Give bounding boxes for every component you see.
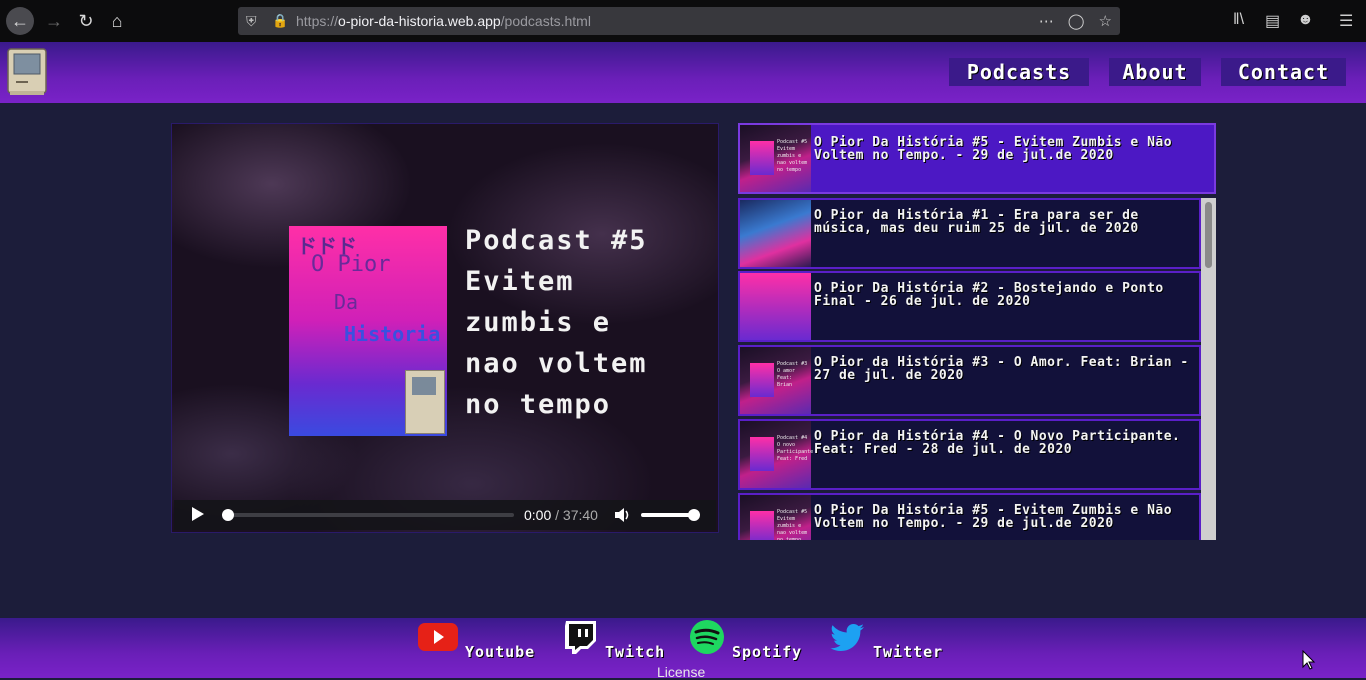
account-icon[interactable]: ☻ [1297, 11, 1314, 29]
episode-thumbnail: Podcast #5 Evitem zumbis e nao voltem no… [740, 125, 811, 192]
playlist-item-title: O Pior Da História #5 - Evitem Zumbis e … [814, 503, 1173, 531]
library-icon[interactable]: ‖\ [1233, 11, 1244, 29]
playlist-item[interactable]: Podcast #5 Evitem zumbis e nao voltem no… [738, 493, 1201, 540]
playlist-item-title: O Pior da História #1 - Era para ser de … [814, 208, 1139, 236]
cover-art: ドドド O Pior Da Historia [289, 226, 447, 436]
nav-contact-link[interactable]: Contact [1221, 58, 1346, 86]
reload-icon[interactable]: ↻ [72, 7, 100, 35]
url-path: /podcasts.html [500, 13, 591, 29]
cover-title-line: Evitem [465, 266, 575, 297]
url-domain: o-pior-da-historia.web.app [338, 13, 501, 29]
cover-title: Podcast #5 Evitem zumbis e nao voltem no… [465, 220, 705, 425]
shield-icon[interactable]: ⛨ [246, 13, 257, 30]
cover-art-text: Historia [344, 322, 441, 346]
episode-thumbnail: Podcast #3 O amor Feat: Brian [740, 347, 811, 414]
scrollbar-thumb[interactable] [1205, 202, 1212, 268]
site-header: Podcasts About Contact [0, 42, 1366, 103]
more-dots-icon[interactable]: ⋯ [1039, 12, 1054, 30]
time-display: 0:00 / 37:40 [524, 507, 598, 523]
site-footer: Youtube Twitch Spotify Twitter License [0, 618, 1366, 680]
episode-thumbnail [740, 200, 811, 267]
playlist-scrollbar[interactable] [1201, 198, 1216, 540]
back-arrow-icon[interactable]: ← [6, 7, 34, 35]
twitch-link[interactable]: Twitch [605, 643, 665, 661]
seek-handle[interactable] [222, 509, 234, 521]
hamburger-menu-icon[interactable]: ☰ [1339, 11, 1353, 31]
nav-podcasts-link[interactable]: Podcasts [949, 58, 1089, 86]
browser-toolbar: ← → ↻ ⌂ ⛨ 🔒 https://o-pior-da-historia.w… [0, 0, 1366, 42]
playlist-item[interactable]: Podcast #3 O amor Feat: Brian O Pior da … [738, 345, 1201, 416]
url-prefix: https:// [296, 13, 339, 29]
macintosh-icon [405, 370, 445, 434]
cover-title-line: Podcast #5 [465, 225, 648, 256]
playlist-item-title: O Pior Da História #2 - Bostejando e Pon… [814, 281, 1164, 309]
cover-title-line: no tempo [465, 389, 612, 420]
duration: 37:40 [562, 507, 598, 523]
current-time: 0:00 [524, 507, 552, 523]
pocket-icon[interactable]: ◯ [1068, 12, 1085, 30]
twitter-icon[interactable] [828, 620, 868, 654]
now-playing-item[interactable]: Podcast #5 Evitem zumbis e nao voltem no… [738, 123, 1216, 194]
playlist-item-title: O Pior da História #4 - O Novo Participa… [814, 429, 1181, 457]
podcast-playlist: Podcast #5 Evitem zumbis e nao voltem no… [738, 123, 1216, 540]
bookmark-star-icon[interactable]: ☆ [1099, 12, 1112, 30]
forward-arrow-icon[interactable]: → [40, 7, 68, 35]
volume-icon[interactable] [614, 507, 632, 523]
cover-art-text: O Pior [311, 252, 391, 277]
play-icon[interactable] [192, 507, 204, 521]
episode-thumbnail: Podcast #4 O novo Participante Feat: Fre… [740, 421, 813, 488]
home-icon[interactable]: ⌂ [103, 7, 131, 35]
playlist-item[interactable]: O Pior Da História #2 - Bostejando e Pon… [738, 271, 1201, 342]
playlist-item[interactable]: Podcast #4 O novo Participante Feat: Fre… [738, 419, 1201, 490]
episode-thumbnail: Podcast #5 Evitem zumbis e nao voltem no… [740, 495, 811, 540]
youtube-link[interactable]: Youtube [465, 643, 535, 661]
mouse-cursor-icon [1302, 650, 1316, 670]
sidebar-icon[interactable]: ▤ [1265, 11, 1280, 31]
media-controls: 0:00 / 37:40 [174, 500, 716, 530]
now-playing-title: O Pior Da História #5 - Evitem Zumbis e … [814, 135, 1173, 163]
lock-icon: 🔒 [272, 13, 289, 28]
episode-thumbnail [740, 273, 811, 340]
cover-art-text: Da [334, 290, 359, 314]
youtube-icon[interactable] [418, 620, 458, 654]
cover-title-line: zumbis e [465, 307, 612, 338]
seek-bar[interactable] [226, 513, 514, 517]
spotify-icon[interactable] [687, 620, 727, 654]
cover-title-line: nao voltem [465, 348, 648, 379]
time-separator: / [555, 507, 560, 523]
twitch-icon[interactable] [560, 620, 600, 654]
address-bar[interactable]: ⛨ 🔒 https://o-pior-da-historia.web.app/p… [238, 7, 1120, 35]
volume-slider[interactable] [641, 513, 695, 517]
playlist-item-title: O Pior da História #3 - O Amor. Feat: Br… [814, 355, 1189, 383]
macintosh-logo-icon[interactable] [6, 47, 48, 97]
url-text[interactable]: https://o-pior-da-historia.web.app/podca… [296, 13, 591, 29]
nav-about-link[interactable]: About [1109, 58, 1201, 86]
spotify-link[interactable]: Spotify [732, 643, 802, 661]
volume-handle[interactable] [688, 509, 700, 521]
podcast-player[interactable]: ドドド O Pior Da Historia Podcast #5 Evitem… [171, 123, 719, 533]
twitter-link[interactable]: Twitter [873, 643, 943, 661]
playlist-item[interactable]: O Pior da História #1 - Era para ser de … [738, 198, 1201, 269]
